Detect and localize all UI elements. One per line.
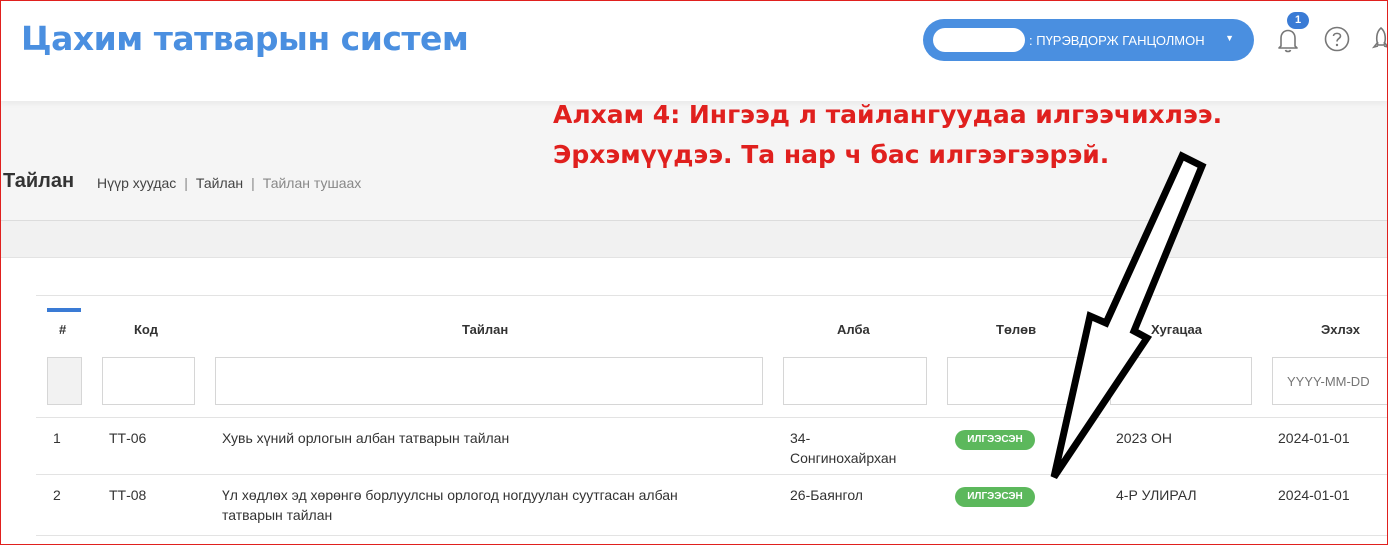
filter-start-date[interactable] — [1272, 357, 1388, 405]
user-menu-button[interactable]: : ПҮРЭВДОРЖ ГАНЦОЛМОН ▼ — [923, 19, 1254, 61]
row-start: 2024-01-01 — [1278, 430, 1350, 446]
status-badge: ИЛГЭЭСЭН — [955, 487, 1035, 507]
row-office-line2: Сонгинохайрхан — [790, 450, 897, 466]
status-badge: ИЛГЭЭСЭН — [955, 430, 1035, 450]
row-office-line1: 34- — [790, 430, 811, 446]
caret-down-icon: ▼ — [1225, 33, 1234, 43]
report-table-panel: # Код Тайлан Алба Төлөв Хугацаа Эхлэх 1 … — [1, 258, 1388, 545]
row-office: 26-Баянгол — [790, 487, 863, 503]
notification-badge: 1 — [1287, 12, 1309, 29]
column-header-code[interactable]: Код — [134, 322, 158, 337]
top-header: Цахим татварын систем : ПҮРЭВДОРЖ ГАНЦОЛ… — [1, 1, 1388, 101]
rocket-icon[interactable] — [1369, 25, 1388, 53]
report-table: # Код Тайлан Алба Төлөв Хугацаа Эхлэх 1 … — [36, 295, 1388, 545]
active-tab-indicator — [47, 308, 81, 312]
annotation-line-2: Эрхэмүүдээ. Та нар ч бас илгээгээрэй. — [553, 140, 1110, 169]
annotation-line-1: Алхам 4: Ингээд л тайлангуудаа илгээчихл… — [553, 100, 1223, 129]
breadcrumb-home[interactable]: Нүүр хуудас — [97, 175, 176, 191]
redacted-user-id — [933, 28, 1025, 52]
table-row[interactable]: 2 ТТ-08 Үл хөдлөх эд хөрөнгө борлуулсны … — [36, 474, 1388, 536]
column-header-period[interactable]: Хугацаа — [1151, 322, 1202, 337]
row-report[interactable]: Хувь хүний орлогын албан татварын тайлан — [222, 428, 509, 448]
row-report-line2: татварын тайлан — [222, 507, 333, 523]
user-name: : ПҮРЭВДОРЖ ГАНЦОЛМОН — [1029, 33, 1205, 48]
tutorial-annotation: Алхам 4: Ингээд л тайлангуудаа илгээчихл… — [553, 95, 1222, 175]
filter-report[interactable] — [215, 357, 763, 405]
row-report[interactable]: Үл хөдлөх эд хөрөнгө борлуулсны орлогод … — [222, 485, 678, 525]
row-office: 34- Сонгинохайрхан — [790, 428, 896, 468]
breadcrumb: Нүүр хуудас | Тайлан | Тайлан тушаах — [97, 175, 362, 191]
column-header-status[interactable]: Төлөв — [996, 322, 1036, 337]
help-icon[interactable] — [1323, 25, 1351, 53]
page-title: Тайлан — [3, 170, 75, 192]
filter-period[interactable] — [1110, 357, 1252, 405]
row-report-line1: Үл хөдлөх эд хөрөнгө борлуулсны орлогод … — [222, 487, 678, 503]
filter-office[interactable] — [783, 357, 927, 405]
bell-icon[interactable] — [1273, 25, 1303, 55]
filter-code[interactable] — [102, 357, 195, 405]
row-number: 2 — [53, 487, 61, 503]
column-header-start[interactable]: Эхлэх — [1321, 322, 1360, 337]
row-start: 2024-01-01 — [1278, 487, 1350, 503]
row-period: 4-Р УЛИРАЛ — [1116, 487, 1197, 503]
row-period: 2023 ОН — [1116, 430, 1173, 446]
filter-status[interactable] — [947, 357, 1091, 405]
column-header-number: # — [59, 322, 67, 337]
breadcrumb-current: Тайлан тушаах — [262, 175, 362, 191]
app-title[interactable]: Цахим татварын систем — [21, 19, 469, 58]
row-code: ТТ-08 — [109, 487, 147, 503]
column-header-office[interactable]: Алба — [837, 322, 870, 337]
breadcrumb-report[interactable]: Тайлан — [196, 175, 243, 191]
filter-number[interactable] — [47, 357, 82, 405]
row-code: ТТ-06 — [109, 430, 147, 446]
row-number: 1 — [53, 430, 61, 446]
column-header-report[interactable]: Тайлан — [462, 322, 508, 337]
toolbar-strip — [1, 221, 1387, 258]
table-row[interactable]: 1 ТТ-06 Хувь хүний орлогын албан татвары… — [36, 417, 1388, 475]
